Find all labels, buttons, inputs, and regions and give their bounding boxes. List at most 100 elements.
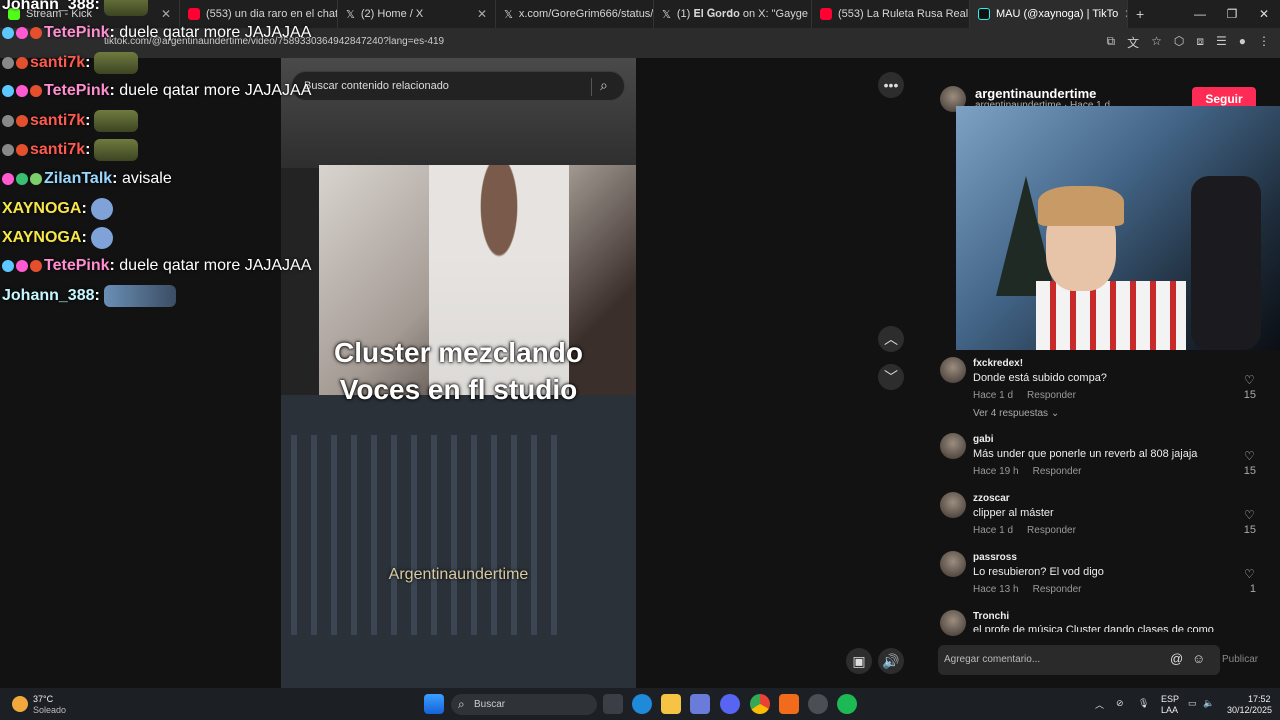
- minimize-icon[interactable]: —: [1184, 0, 1216, 28]
- mic-icon[interactable]: 🎙: [1138, 698, 1149, 709]
- browser-tab[interactable]: 𝕏 x.com/GoreGrim666/status/200 ✕: [496, 0, 654, 28]
- lang-layout[interactable]: LAA: [1161, 705, 1178, 715]
- related-search-bar[interactable]: Buscar contenido relacionado ⌕: [291, 71, 625, 101]
- browser-tab[interactable]: (553) La Ruleta Rusa Real Que ✕: [812, 0, 970, 28]
- mixer-strip: [451, 435, 457, 635]
- spotify-icon[interactable]: [837, 694, 857, 714]
- chevron-up-icon[interactable]: ︿: [878, 326, 904, 352]
- post-author[interactable]: argentinaundertime: [975, 86, 1096, 101]
- browser-tab[interactable]: 𝕏 (2) Home / X ✕: [338, 0, 496, 28]
- windows-start-icon[interactable]: [424, 694, 444, 714]
- badge-icon: [16, 172, 28, 185]
- chevron-down-icon[interactable]: ﹀: [878, 364, 904, 390]
- tab-title: (1) 𝐄𝐥 𝐆𝐨𝐫𝐝𝐨 on X: "Gayge C: [676, 7, 812, 20]
- tray-chevron-icon[interactable]: ︿: [1095, 698, 1104, 711]
- heart-icon[interactable]: ♡: [1244, 373, 1255, 387]
- heart-icon[interactable]: ♡: [1244, 567, 1255, 581]
- badge-icon: [2, 26, 14, 39]
- menu-dots-icon[interactable]: ⋮: [1258, 34, 1270, 51]
- badge-icon: [2, 57, 14, 69]
- toolbar-icons: ⧉ 文 ☆ ⬡ ⧈ ☰ ● ⋮: [1107, 34, 1271, 51]
- store-icon[interactable]: [690, 694, 710, 714]
- browser-tab[interactable]: 𝕏 (1) 𝐄𝐥 𝐆𝐨𝐫𝐝𝐨 on X: "Gayge C ✕: [654, 0, 812, 28]
- chat-message: avisale: [121, 170, 172, 187]
- comment-user[interactable]: zzoscar: [973, 493, 1010, 504]
- volume-icon[interactable]: 🔊: [878, 648, 904, 674]
- mixer-strip: [551, 435, 557, 635]
- mixer-strip: [471, 435, 477, 635]
- comment-user[interactable]: gabi: [973, 434, 994, 445]
- reply-button[interactable]: Responder: [1027, 390, 1076, 401]
- extension-icon[interactable]: ⬡: [1174, 34, 1184, 51]
- reading-list-icon[interactable]: ☰: [1216, 34, 1227, 51]
- close-window-icon[interactable]: ✕: [1248, 0, 1280, 28]
- maximize-icon[interactable]: ❐: [1216, 0, 1248, 28]
- close-icon[interactable]: ✕: [161, 7, 171, 21]
- display-icon[interactable]: ▭: [1188, 698, 1197, 709]
- reply-button[interactable]: Responder: [1027, 525, 1076, 536]
- cast-icon[interactable]: ⧉: [1107, 34, 1116, 51]
- video-player[interactable]: Cluster mezclando Voces en fl studio Arg…: [281, 58, 636, 688]
- puzzle-icon[interactable]: ⧈: [1196, 34, 1204, 51]
- discord-icon[interactable]: [720, 694, 740, 714]
- app-icon[interactable]: [808, 694, 828, 714]
- close-icon[interactable]: ✕: [1124, 7, 1127, 21]
- chat-emote: [90, 227, 113, 249]
- star-icon[interactable]: ☆: [1151, 34, 1162, 51]
- badge-icon: [16, 115, 28, 127]
- comment-avatar[interactable]: [940, 492, 966, 518]
- streamer-shirt: [1036, 281, 1186, 350]
- clock-date[interactable]: 30/12/2025: [1227, 705, 1272, 715]
- heart-icon[interactable]: ♡: [1244, 449, 1255, 463]
- new-tab-button[interactable]: +: [1136, 6, 1144, 22]
- taskbar-search-placeholder[interactable]: Buscar: [474, 699, 505, 710]
- comment-user[interactable]: Tronchi: [973, 611, 1009, 622]
- comment-input[interactable]: Agregar comentario... @ ☺: [938, 645, 1220, 675]
- miniplayer-icon[interactable]: ▣: [846, 648, 872, 674]
- reply-button[interactable]: Responder: [1033, 584, 1082, 595]
- reply-button[interactable]: Responder: [1033, 466, 1082, 477]
- heart-icon[interactable]: ♡: [1244, 508, 1255, 522]
- comment-avatar[interactable]: [940, 433, 966, 459]
- emoji-icon[interactable]: ☺: [1192, 651, 1205, 666]
- profile-avatar-icon[interactable]: ●: [1239, 34, 1246, 51]
- comment-avatar[interactable]: [940, 551, 966, 577]
- comment-input-placeholder[interactable]: Agregar comentario...: [944, 654, 1040, 665]
- search-input[interactable]: Buscar contenido relacionado: [304, 80, 449, 92]
- weather-desc: Soleado: [33, 705, 67, 715]
- comment-avatar[interactable]: [940, 357, 966, 383]
- clock-time[interactable]: 17:52: [1248, 694, 1271, 704]
- chat-user: Johann_388: [2, 0, 95, 14]
- browser-tab-active[interactable]: MAU (@xaynoga) | TikTo ✕: [970, 0, 1128, 28]
- close-icon[interactable]: ✕: [477, 7, 487, 21]
- search-icon[interactable]: ⌕: [600, 77, 608, 94]
- badge-icon: [30, 84, 42, 97]
- network-icon[interactable]: ⊘: [1116, 698, 1124, 709]
- chat-user: santi7k: [30, 54, 86, 72]
- lang-code[interactable]: ESP: [1161, 694, 1179, 704]
- video-caption: Cluster mezclando Voces en fl studio: [281, 334, 636, 408]
- view-replies-link[interactable]: Ver 4 respuestas ⌄: [973, 408, 1059, 419]
- weather-icon[interactable]: [12, 696, 28, 712]
- chat-line: santi7k:: [2, 52, 139, 74]
- speaker-icon[interactable]: 🔈: [1203, 698, 1214, 709]
- chat-emote: [94, 139, 139, 161]
- mixer-strip: [331, 435, 337, 635]
- chat-user: XAYNOGA: [2, 229, 82, 247]
- fl-studio-icon[interactable]: [779, 694, 799, 714]
- comment-avatar[interactable]: [940, 610, 966, 636]
- chat-line: santi7k:: [2, 110, 139, 132]
- comment-user[interactable]: passross: [973, 552, 1017, 563]
- taskbar-search[interactable]: ⌕ Buscar: [451, 694, 597, 715]
- translate-icon[interactable]: 文: [1127, 34, 1139, 51]
- publish-button[interactable]: Publicar: [1222, 654, 1258, 665]
- comment-time: Hace 19 h: [973, 466, 1019, 477]
- comment-user[interactable]: fxckredex!: [973, 358, 1023, 369]
- mention-icon[interactable]: @: [1170, 651, 1183, 666]
- chrome-icon[interactable]: [750, 694, 770, 714]
- file-explorer-icon[interactable]: [661, 694, 681, 714]
- gaming-chair: [1191, 176, 1261, 350]
- task-view-icon[interactable]: [603, 694, 623, 714]
- edge-icon[interactable]: [632, 694, 652, 714]
- more-options-icon[interactable]: •••: [878, 72, 904, 98]
